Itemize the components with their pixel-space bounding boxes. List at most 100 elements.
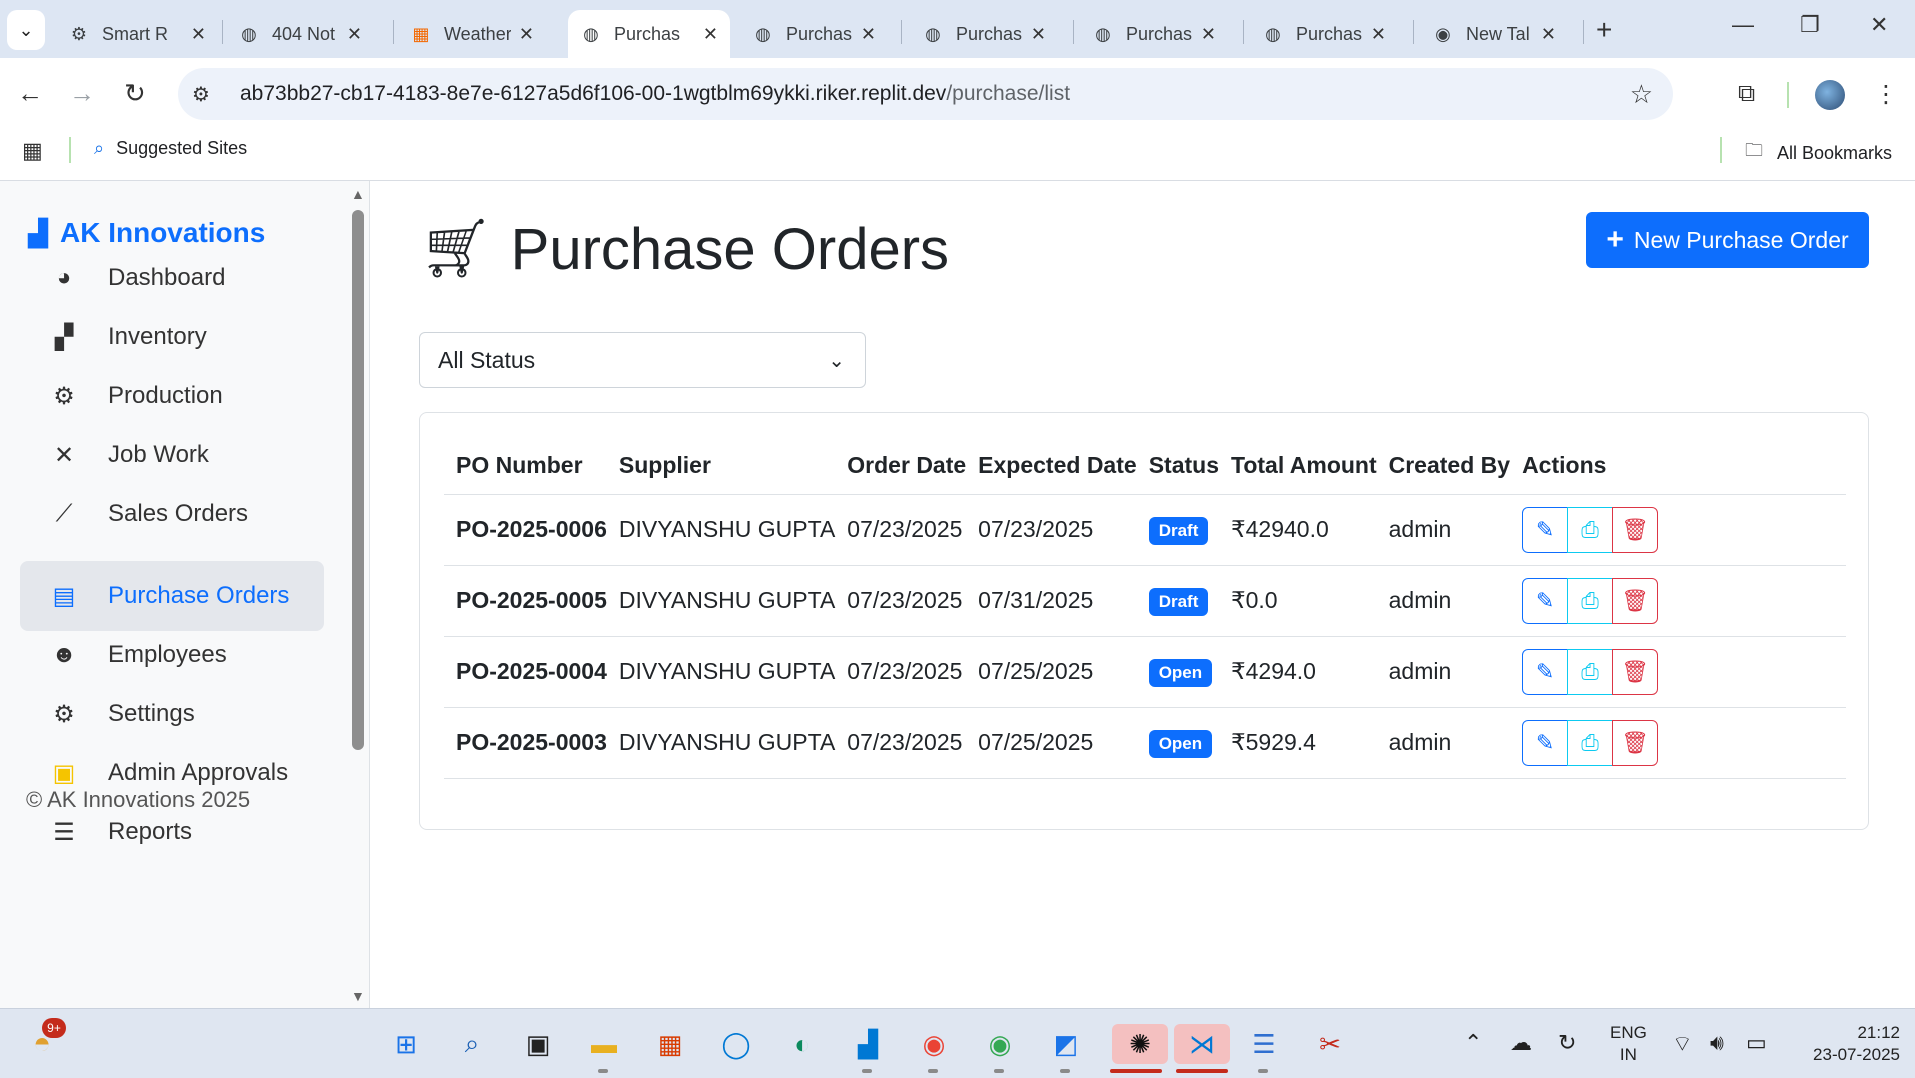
- print-button[interactable]: ⎙: [1567, 506, 1614, 553]
- created-by-cell: admin: [1376, 707, 1511, 779]
- column-header: Created By: [1376, 437, 1511, 495]
- print-button[interactable]: ⎙: [1567, 577, 1614, 624]
- created-by-cell: admin: [1376, 494, 1511, 566]
- new-purchase-order-button[interactable]: + New Purchase Order: [1586, 212, 1869, 268]
- page-title: 🛒︎ Purchase Orders: [419, 216, 950, 282]
- cloud-offline-icon[interactable]: ☁: [1510, 1030, 1532, 1056]
- close-tab-icon[interactable]: ✕: [861, 24, 876, 45]
- close-tab-icon[interactable]: ✕: [191, 24, 206, 45]
- chevron-up-icon[interactable]: ⌃: [1464, 1030, 1482, 1056]
- edge-icon[interactable]: ◐: [782, 1024, 822, 1064]
- notepad-icon[interactable]: ☰: [1244, 1024, 1284, 1064]
- browser-tab-active[interactable]: ◍ Purchas ✕: [568, 10, 730, 58]
- chrome-icon[interactable]: ◉: [914, 1024, 954, 1064]
- browser-tab[interactable]: ◍ Purchas ✕: [1080, 10, 1228, 58]
- globe-icon: ◍: [583, 23, 599, 44]
- table-row: PO-2025-0005 DIVYANSHU GUPTA 07/23/2025 …: [444, 565, 1846, 637]
- extensions-icon[interactable]: ⧉: [1738, 80, 1755, 108]
- scroll-up-arrow[interactable]: ▲: [351, 186, 365, 202]
- back-icon[interactable]: ←: [17, 78, 43, 109]
- battery-icon[interactable]: ▭: [1746, 1030, 1767, 1056]
- browser-tab[interactable]: ◍ Purchas ✕: [740, 10, 888, 58]
- delete-button[interactable]: 🗑︎: [1612, 577, 1659, 624]
- system-clock[interactable]: 21:12 23-07-2025: [1790, 1022, 1900, 1066]
- supplier-cell: DIVYANSHU GUPTA: [606, 707, 836, 779]
- sidebar-item-sales-orders[interactable]: ⟋ Sales Orders: [20, 479, 324, 549]
- sync-icon[interactable]: ↻: [1558, 1030, 1576, 1056]
- edit-button[interactable]: ✎: [1522, 648, 1569, 695]
- restore-icon[interactable]: ❐: [1800, 12, 1820, 38]
- wifi-icon[interactable]: ⌔: [1672, 1030, 1693, 1058]
- menu-kebab-icon[interactable]: ⋮: [1874, 80, 1898, 109]
- new-tab-icon[interactable]: +: [1596, 14, 1612, 46]
- close-tab-icon[interactable]: ✕: [1541, 24, 1556, 45]
- minimize-icon[interactable]: —: [1732, 12, 1754, 38]
- task-view-icon[interactable]: ▣: [518, 1024, 558, 1064]
- photos-icon[interactable]: ◩: [1046, 1024, 1086, 1064]
- browser-tab[interactable]: ◉ New Tal ✕: [1420, 10, 1568, 58]
- file-invoice-icon: ▤: [52, 582, 76, 610]
- total-amount-cell: ₹0.0: [1218, 565, 1377, 637]
- file-explorer-icon[interactable]: ▬: [584, 1024, 624, 1064]
- trash-icon: 🗑︎: [1621, 516, 1650, 542]
- snipping-tool-icon[interactable]: ✂: [1310, 1024, 1350, 1064]
- chatgpt-icon[interactable]: ✺: [1112, 1024, 1168, 1064]
- total-amount-cell: ₹5929.4: [1218, 707, 1377, 779]
- browser-tab[interactable]: ◍ 404 Not ✕: [226, 10, 374, 58]
- close-tab-icon[interactable]: ✕: [1201, 24, 1216, 45]
- print-button[interactable]: ⎙: [1567, 719, 1614, 766]
- apps-grid-icon[interactable]: ▦: [22, 138, 43, 164]
- status-filter-select[interactable]: All Status ⌄: [419, 332, 866, 388]
- tab-search-button[interactable]: ⌄: [7, 10, 45, 50]
- edit-button[interactable]: ✎: [1522, 577, 1569, 624]
- close-tab-icon[interactable]: ✕: [519, 24, 534, 45]
- all-bookmarks[interactable]: 🗀 All Bookmarks: [1745, 138, 1892, 168]
- scroll-down-arrow[interactable]: ▼: [351, 988, 365, 1004]
- print-icon: ⎙: [1581, 516, 1599, 542]
- address-bar[interactable]: ⚙ ab73bb27-cb17-4183-8e7e-6127a5d6f106-0…: [178, 68, 1673, 120]
- close-tab-icon[interactable]: ✕: [703, 24, 718, 45]
- status-badge: Draft: [1148, 587, 1209, 616]
- close-tab-icon[interactable]: ✕: [1031, 24, 1046, 45]
- delete-button[interactable]: 🗑︎: [1612, 648, 1659, 695]
- trash-icon: 🗑︎: [1621, 729, 1650, 755]
- cortana-icon[interactable]: ◯: [716, 1024, 756, 1064]
- purchase-orders-card: PO Number Supplier Order Date Expected D…: [419, 412, 1869, 830]
- ms-store-icon[interactable]: ▦: [650, 1024, 690, 1064]
- bookmark-star-icon[interactable]: ☆: [1630, 79, 1653, 110]
- reload-icon[interactable]: ↻: [124, 78, 146, 109]
- close-window-icon[interactable]: ✕: [1870, 12, 1888, 38]
- chrome-icon: ◉: [1435, 23, 1451, 44]
- chevron-down-icon: ⌄: [828, 349, 845, 372]
- app-window-icon[interactable]: ▟: [848, 1024, 888, 1064]
- vscode-icon[interactable]: ⋊: [1174, 1024, 1230, 1064]
- print-button[interactable]: ⎙: [1567, 648, 1614, 695]
- bookmark-suggested-sites[interactable]: ⌕ Suggested Sites: [94, 138, 247, 159]
- delete-button[interactable]: 🗑︎: [1612, 719, 1659, 766]
- column-header: PO Number: [444, 437, 607, 495]
- browser-tab[interactable]: ⚙ Smart R ✕: [56, 10, 218, 58]
- browser-tab[interactable]: ▦ Weather ✕: [398, 10, 546, 58]
- edit-button[interactable]: ✎: [1522, 506, 1569, 553]
- chrome-profile-icon[interactable]: ◉: [980, 1024, 1020, 1064]
- start-windows-icon[interactable]: ⊞: [386, 1024, 426, 1064]
- forward-icon[interactable]: →: [69, 78, 95, 109]
- sidebar-scrollbar-thumb[interactable]: [352, 210, 364, 750]
- browser-tab[interactable]: ◍ Purchas ✕: [1250, 10, 1398, 58]
- edit-button[interactable]: ✎: [1522, 719, 1569, 766]
- delete-button[interactable]: 🗑︎: [1612, 506, 1659, 553]
- profile-avatar[interactable]: [1815, 80, 1845, 110]
- search-icon[interactable]: ⌕: [452, 1024, 492, 1064]
- table-row: PO-2025-0004 DIVYANSHU GUPTA 07/23/2025 …: [444, 636, 1846, 708]
- row-actions: ✎ ⎙ 🗑︎: [1522, 648, 1659, 695]
- browser-tab-bar: ⌄ ⚙ Smart R ✕ ◍ 404 Not ✕ ▦ Weather ✕ ◍ …: [0, 0, 1915, 58]
- column-header: Status: [1136, 437, 1219, 495]
- close-tab-icon[interactable]: ✕: [347, 24, 362, 45]
- supplier-cell: DIVYANSHU GUPTA: [606, 565, 836, 637]
- browser-tab[interactable]: ◍ Purchas ✕: [910, 10, 1058, 58]
- language-indicator[interactable]: ENG IN: [1610, 1022, 1647, 1066]
- po-number: PO-2025-0004: [444, 636, 607, 708]
- site-info-icon[interactable]: ⚙: [192, 82, 222, 107]
- close-tab-icon[interactable]: ✕: [1371, 24, 1386, 45]
- volume-icon[interactable]: 🔊︎: [1710, 1030, 1724, 1056]
